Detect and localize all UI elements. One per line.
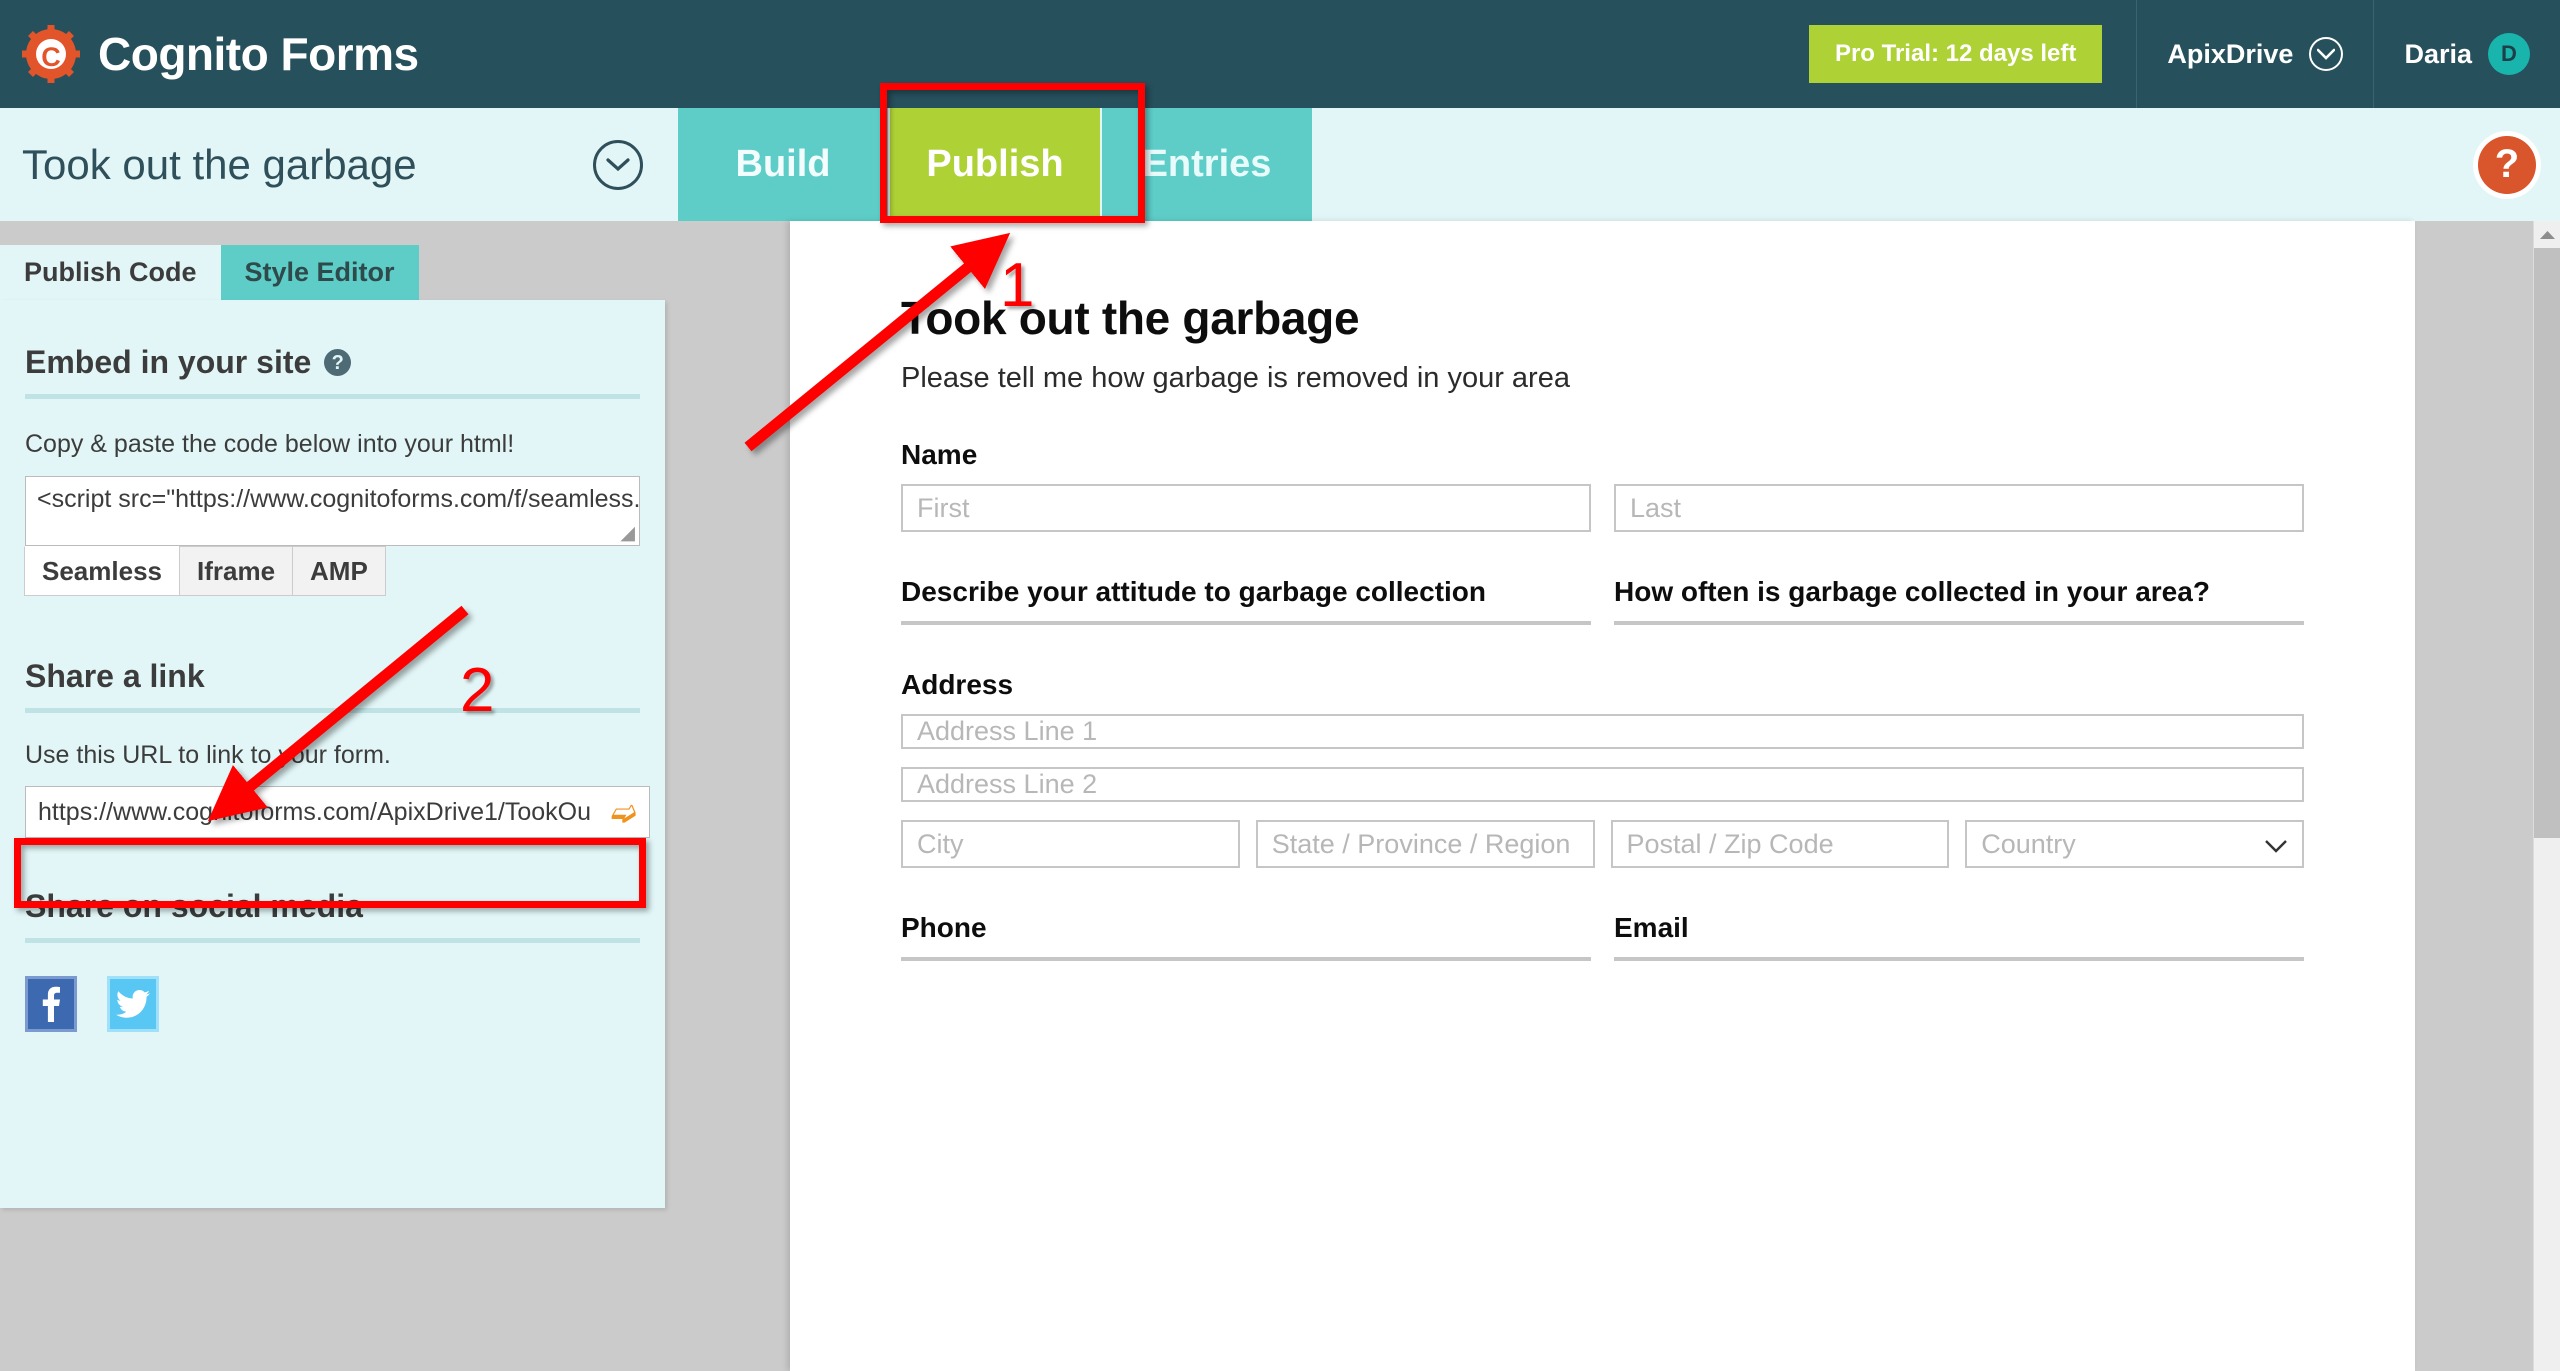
form-preview-description: Please tell me how garbage is removed in… [901, 362, 1570, 394]
embed-heading-label: Embed in your site [25, 344, 312, 380]
resize-grip-icon[interactable]: ◢ [620, 524, 635, 543]
publish-side-panel: Embed in your site ? Copy & paste the co… [0, 300, 665, 1208]
chevron-down-icon [2264, 829, 2288, 860]
embed-instruction: Copy & paste the code below into your ht… [25, 430, 515, 458]
svg-text:C: C [41, 42, 61, 72]
address-line-2-input[interactable]: Address Line 2 [901, 767, 2304, 802]
name-inputs-row: First Last [901, 484, 2304, 532]
embed-type-amp[interactable]: AMP [292, 546, 386, 596]
twitter-bird-icon [116, 990, 150, 1018]
frequency-input[interactable] [1614, 621, 2304, 625]
last-name-input[interactable]: Last [1614, 484, 2304, 532]
phone-column: Phone [901, 912, 1591, 961]
social-buttons [25, 976, 640, 1032]
field-label-attitude: Describe your attitude to garbage collec… [901, 576, 1487, 607]
share-url-field[interactable]: https://www.cognitoforms.com/ApixDrive1/… [25, 786, 650, 838]
workspace: Publish Code Style Editor Embed in your … [0, 221, 2560, 1371]
social-heading: Share on social media [25, 838, 640, 925]
attitude-column: Describe your attitude to garbage collec… [901, 576, 1591, 625]
user-name: Daria [2404, 38, 2472, 69]
share-link-instruction: Use this URL to link to your form. [25, 741, 391, 769]
section-divider [25, 938, 640, 943]
gear-c-icon: C [22, 25, 80, 83]
field-label-address: Address [901, 669, 1014, 700]
scrollbar-thumb[interactable] [2534, 248, 2560, 838]
question-mark-icon[interactable]: ? [324, 349, 352, 376]
share-url-value: https://www.cognitoforms.com/ApixDrive1/… [38, 797, 591, 826]
form-titlebar: Took out the garbage Build Publish Entri… [0, 108, 2560, 221]
field-label-frequency: How often is garbage collected in your a… [1614, 576, 2210, 607]
form-preview-title: Took out the garbage [901, 292, 1360, 344]
address-stack: Address Line 1 Address Line 2 City State… [901, 714, 2304, 868]
section-divider [25, 394, 640, 399]
postal-code-input[interactable]: Postal / Zip Code [1610, 820, 1950, 868]
first-name-input[interactable]: First [901, 484, 1591, 532]
help-zone: ? [1314, 108, 2560, 221]
pro-trial-badge[interactable]: Pro Trial: 12 days left [1808, 25, 2103, 83]
header-spacer [419, 0, 1809, 108]
user-menu[interactable]: Daria D [2373, 0, 2560, 108]
org-menu[interactable]: ApixDrive [2136, 0, 2373, 108]
state-input[interactable]: State / Province / Region [1255, 820, 1595, 868]
share-arrow-icon[interactable]: ➫ [611, 797, 637, 828]
brand-name: Cognito Forms [98, 28, 419, 80]
facebook-icon [42, 986, 60, 1022]
main-tabs: Build Publish Entries [678, 108, 1314, 221]
form-preview-card: Took out the garbage Please tell me how … [790, 221, 2415, 1371]
vertical-scrollbar[interactable] [2533, 221, 2560, 1371]
org-name: ApixDrive [2167, 38, 2294, 69]
field-label-phone: Phone [901, 912, 987, 943]
app-header: C Cognito Forms Pro Trial: 12 days left … [0, 0, 2560, 108]
field-group-attitude-frequency: Describe your attitude to garbage collec… [901, 576, 2304, 625]
twitter-share-button[interactable] [107, 976, 159, 1032]
social-heading-label: Share on social media [25, 888, 363, 924]
city-input[interactable]: City [901, 820, 1240, 868]
embed-code-value: <script src="https://www.cognitoforms.co… [37, 485, 640, 513]
form-title-zone: Took out the garbage [0, 108, 678, 221]
avatar: D [2488, 33, 2530, 75]
chevron-down-circle-icon [2309, 37, 2344, 71]
question-mark-icon[interactable]: ? [2478, 135, 2536, 194]
country-select[interactable]: Country [1965, 820, 2304, 868]
field-group-name: Name First Last [901, 439, 2304, 532]
email-column: Email [1614, 912, 2304, 961]
country-select-value: Country [1981, 828, 2076, 859]
tab-publish[interactable]: Publish [890, 108, 1102, 221]
embed-section-heading: Embed in your site ? [25, 300, 640, 381]
share-link-heading: Share a link [25, 596, 640, 695]
field-group-address: Address Address Line 1 Address Line 2 Ci… [901, 669, 2304, 868]
phone-email-row: Phone Email [901, 912, 2304, 961]
attitude-frequency-row: Describe your attitude to garbage collec… [901, 576, 2304, 625]
field-group-phone-email: Phone Email [901, 912, 2304, 961]
chevron-down-circle-icon[interactable] [593, 139, 643, 190]
embed-code-textarea[interactable]: <script src="https://www.cognitoforms.co… [25, 476, 640, 546]
email-input[interactable] [1614, 957, 2304, 961]
panel-tabs: Publish Code Style Editor [0, 245, 419, 300]
address-line-1-input[interactable]: Address Line 1 [901, 714, 2304, 749]
field-label-name: Name [901, 439, 978, 470]
panel-tab-publish-code[interactable]: Publish Code [0, 245, 221, 300]
field-label-email: Email [1614, 912, 1689, 943]
scroll-up-arrow-icon[interactable] [2534, 221, 2560, 248]
tab-build[interactable]: Build [678, 108, 890, 221]
phone-input[interactable] [901, 957, 1591, 961]
brand[interactable]: C Cognito Forms [0, 0, 419, 108]
tab-entries[interactable]: Entries [1102, 108, 1314, 221]
page-title: Took out the garbage [22, 140, 417, 188]
attitude-input[interactable] [901, 621, 1591, 625]
embed-type-buttons: Seamless Iframe AMP [24, 546, 640, 596]
facebook-share-button[interactable] [25, 976, 77, 1032]
address-sub-row: City State / Province / Region Postal / … [901, 820, 2304, 868]
section-divider [25, 708, 640, 713]
panel-tab-style-editor[interactable]: Style Editor [220, 245, 419, 300]
frequency-column: How often is garbage collected in your a… [1614, 576, 2304, 625]
share-link-heading-label: Share a link [25, 658, 205, 694]
embed-type-iframe[interactable]: Iframe [178, 546, 294, 596]
embed-type-seamless[interactable]: Seamless [24, 546, 180, 596]
